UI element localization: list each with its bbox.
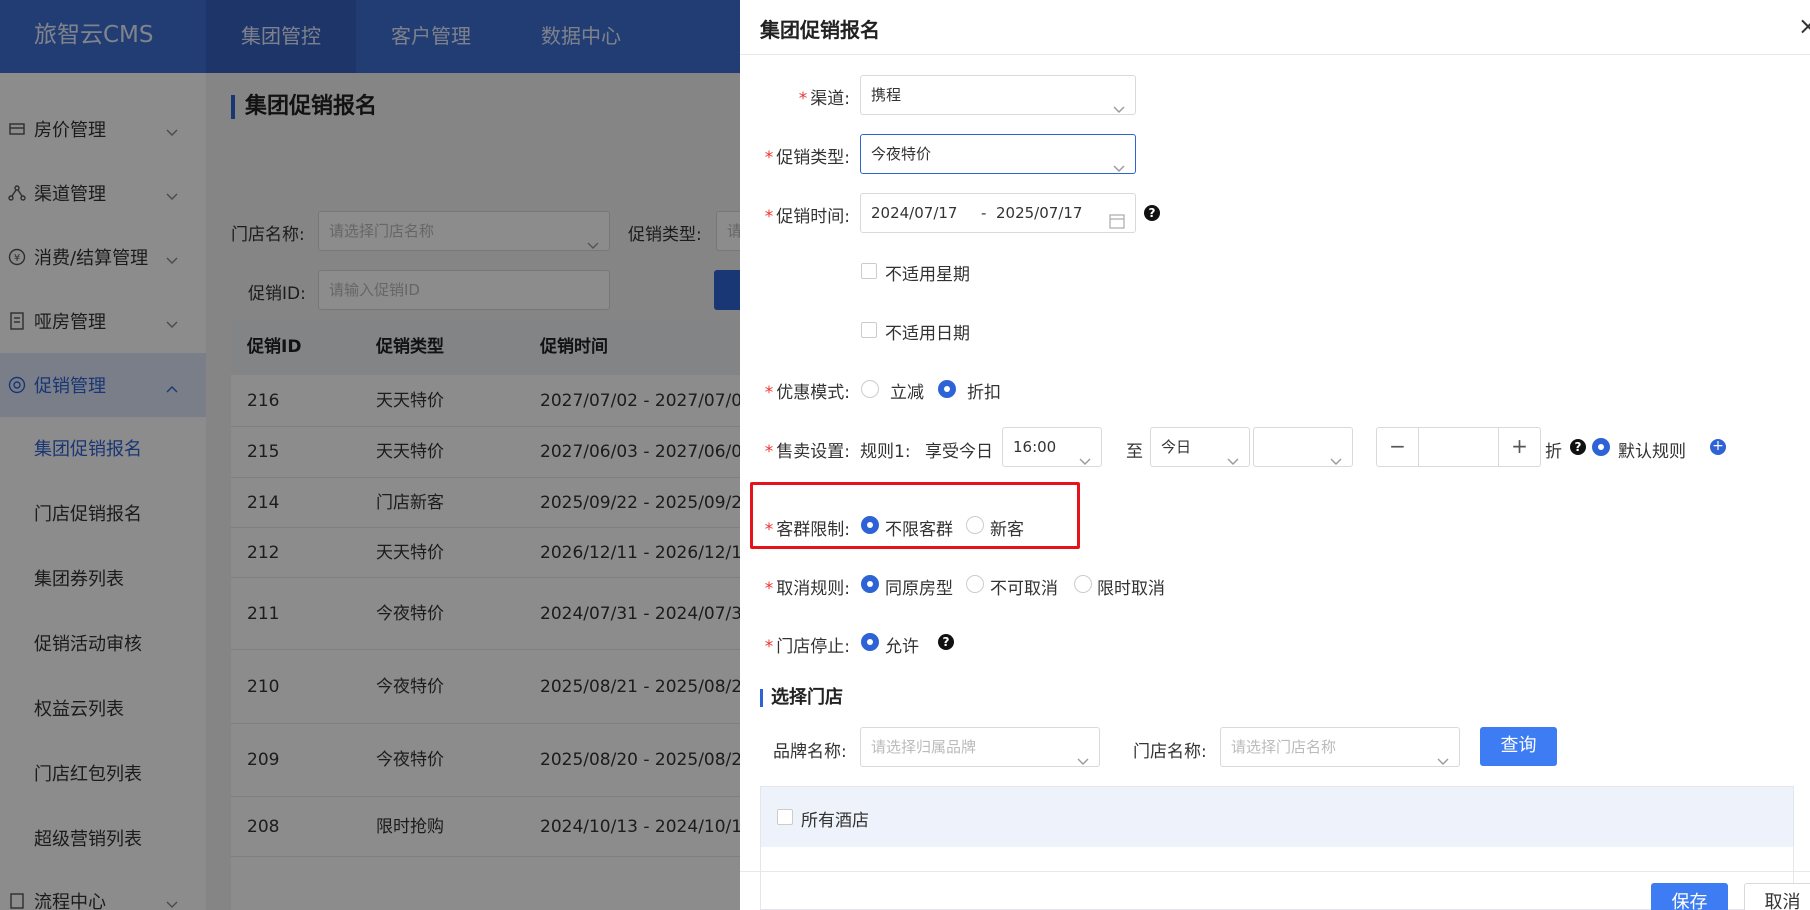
store-search-button[interactable]: 查询 (1480, 727, 1557, 766)
enjoy-today-label: 享受今日 (925, 442, 993, 462)
promo-time-label: * 促销时间: (764, 207, 850, 227)
radio-same-room[interactable] (861, 575, 879, 593)
cancel-button[interactable]: 取消 (1744, 883, 1810, 910)
stepper-plus-button[interactable]: + (1498, 428, 1540, 466)
store-name-label: 门店名称: (1133, 742, 1207, 762)
default-rule-label: 默认规则 (1618, 442, 1686, 462)
hotel-list: 所有酒店 (760, 786, 1794, 910)
rule-label: 规则1: (860, 442, 911, 462)
drawer-title: 集团促销报名 (760, 18, 880, 42)
promo-type-value: 今夜特价 (871, 145, 932, 163)
radio-non-cancellable-label: 不可取消 (990, 579, 1058, 599)
channel-select[interactable]: 携程 (860, 75, 1136, 115)
hotel-list-header: 所有酒店 (761, 787, 1793, 847)
date-separator: - (981, 204, 987, 222)
add-rule-icon[interactable]: + (1710, 439, 1726, 455)
chevron-down-icon (1330, 442, 1342, 480)
brand-select[interactable]: 请选择归属品牌 (860, 727, 1100, 767)
help-icon[interactable]: ? (1144, 205, 1160, 221)
radio-discount-label: 折扣 (967, 383, 1001, 403)
promo-signup-drawer: 集团促销报名 × * 渠道: 携程 * 促销类型: 今夜特价 * 促销时间: 2024… (740, 0, 1810, 910)
chevron-down-icon (1113, 149, 1125, 187)
chevron-down-icon (1077, 742, 1089, 780)
store-stop-label: * 门店停止: (764, 637, 850, 657)
promo-type-select[interactable]: 今夜特价 (860, 134, 1136, 174)
end-day-value: 今日 (1161, 438, 1192, 456)
chevron-down-icon (1437, 742, 1449, 780)
channel-label: * 渠道: (798, 89, 850, 109)
brand-placeholder: 请选择归属品牌 (871, 738, 977, 756)
help-icon[interactable]: ? (1570, 439, 1586, 455)
stepper-minus-button[interactable]: − (1377, 428, 1419, 466)
exclude-weekday-label: 不适用星期 (885, 265, 970, 285)
divider (740, 871, 1810, 872)
modal-overlay[interactable] (0, 0, 740, 910)
chevron-down-icon (1227, 442, 1239, 480)
radio-unlimited-customer-label: 不限客群 (885, 520, 953, 540)
to-label: 至 (1126, 442, 1143, 462)
discount-mode-label: * 优惠模式: (764, 383, 850, 403)
brand-name-label: 品牌名称: (773, 742, 847, 762)
end-time-select[interactable] (1253, 427, 1353, 467)
radio-timed-cancel[interactable] (1074, 575, 1092, 593)
exclude-weekday-checkbox[interactable] (861, 263, 877, 279)
exclude-date-checkbox[interactable] (861, 322, 877, 338)
radio-allow-label: 允许 (885, 637, 919, 657)
help-icon[interactable]: ? (938, 634, 954, 650)
save-button[interactable]: 保存 (1651, 883, 1728, 910)
discount-unit-label: 折 (1545, 442, 1562, 462)
radio-default-rule[interactable] (1592, 438, 1610, 456)
close-icon[interactable]: × (1798, 12, 1810, 40)
store-placeholder: 请选择门店名称 (1231, 738, 1337, 756)
promo-date-range-picker[interactable]: 2024/07/17 - 2025/07/17 (860, 193, 1136, 233)
date-start: 2024/07/17 (871, 204, 958, 222)
all-hotels-checkbox[interactable] (777, 809, 793, 825)
radio-unlimited-customer[interactable] (861, 516, 879, 534)
start-time-value: 16:00 (1013, 438, 1057, 456)
radio-timed-cancel-label: 限时取消 (1097, 579, 1165, 599)
chevron-down-icon (1113, 90, 1125, 128)
date-end: 2025/07/17 (996, 204, 1083, 222)
all-hotels-label: 所有酒店 (801, 811, 869, 831)
radio-non-cancellable[interactable] (966, 575, 984, 593)
select-store-section-title: 选择门店 (760, 689, 843, 707)
radio-same-room-label: 同原房型 (885, 579, 953, 599)
customer-limit-label: * 客群限制: (764, 520, 850, 540)
radio-discount[interactable] (938, 380, 956, 398)
radio-new-customer-label: 新客 (990, 520, 1024, 540)
exclude-date-label: 不适用日期 (885, 324, 970, 344)
radio-new-customer[interactable] (966, 516, 984, 534)
channel-value: 携程 (871, 86, 902, 104)
end-day-select[interactable]: 今日 (1150, 427, 1250, 467)
promo-type-label: * 促销类型: (764, 148, 850, 168)
chevron-down-icon (1079, 442, 1091, 480)
start-time-select[interactable]: 16:00 (1002, 427, 1102, 467)
discount-stepper: − + (1376, 427, 1541, 467)
radio-allow[interactable] (861, 633, 879, 651)
store-select[interactable]: 请选择门店名称 (1220, 727, 1460, 767)
radio-instant-reduce-label: 立减 (890, 383, 924, 403)
sale-setting-label: * 售卖设置: (764, 442, 850, 462)
divider (740, 54, 1810, 55)
radio-instant-reduce[interactable] (861, 380, 879, 398)
cancel-rule-label: * 取消规则: (764, 579, 850, 599)
calendar-icon (1109, 205, 1125, 243)
